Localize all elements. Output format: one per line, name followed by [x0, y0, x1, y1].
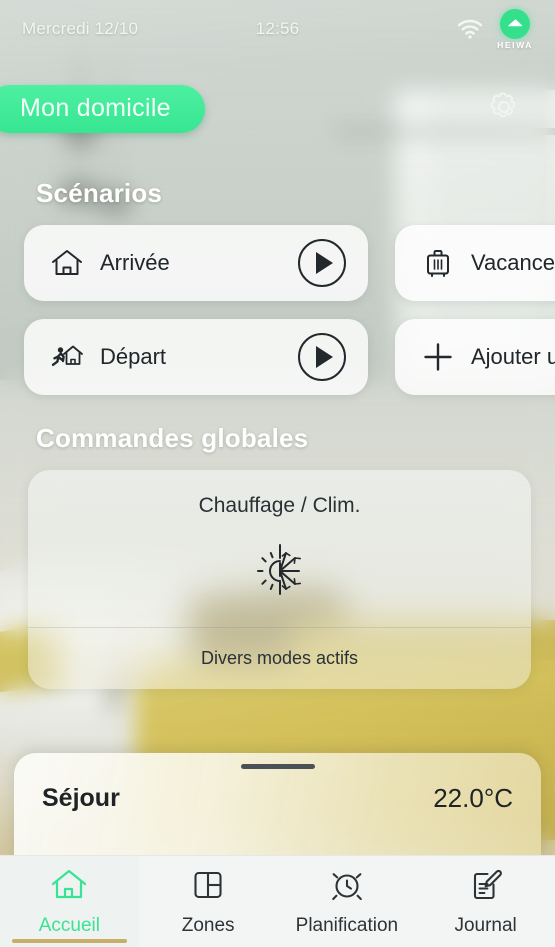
global-card-title: Chauffage / Clim.	[198, 494, 361, 517]
scenario-play-button[interactable]	[298, 239, 346, 287]
home-selector-pill[interactable]: Mon domicile	[0, 85, 205, 133]
app-header: Mon domicile	[0, 78, 555, 140]
scenario-play-button[interactable]	[298, 333, 346, 381]
note-pencil-icon	[468, 867, 504, 908]
room-summary-row: Séjour 22.0°C	[42, 783, 513, 814]
nav-label: Journal	[454, 914, 517, 936]
nav-item-journal[interactable]: Journal	[416, 856, 555, 947]
active-tab-indicator	[12, 939, 127, 943]
home-outline-icon	[49, 867, 89, 908]
nav-label: Zones	[181, 914, 235, 936]
scenario-card-depart[interactable]: Départ	[24, 319, 368, 395]
plus-icon	[419, 340, 457, 374]
global-card-status: Divers modes actifs	[200, 648, 359, 668]
scenario-card-vacances[interactable]: Vacances	[395, 225, 555, 301]
play-icon	[316, 346, 333, 368]
global-card-body: Chauffage / Clim.	[28, 470, 531, 627]
scenarios-title: Scénarios	[36, 178, 163, 208]
status-date: Mercredi 12/10	[22, 19, 139, 38]
bottom-navigation: Accueil Zones Planification Journal	[0, 855, 555, 947]
alarm-clock-icon	[328, 867, 366, 908]
room-name: Séjour	[42, 784, 120, 812]
scenario-card-arrivee[interactable]: Arrivée	[24, 225, 368, 301]
home-icon	[48, 248, 86, 278]
scenario-card-add[interactable]: Ajouter un	[395, 319, 555, 395]
zones-panel-icon	[190, 867, 226, 908]
scenario-label: Départ	[100, 344, 167, 369]
nav-label: Accueil	[38, 914, 100, 936]
drag-handle[interactable]	[240, 764, 315, 769]
nav-item-accueil[interactable]: Accueil	[0, 856, 139, 947]
app-screen: Mercredi 12/10 12:56 HEIWA Mon domicile …	[0, 0, 555, 947]
scenario-label: Arrivée	[100, 250, 170, 275]
nav-item-planification[interactable]: Planification	[278, 856, 417, 947]
scenario-row: Départ Ajouter un	[0, 319, 555, 395]
room-bottom-sheet[interactable]: Séjour 22.0°C	[14, 753, 541, 863]
scenarios-list: Arrivée Vacances	[0, 225, 555, 395]
nav-item-zones[interactable]: Zones	[139, 856, 278, 947]
gear-icon	[485, 88, 523, 131]
wifi-icon	[457, 19, 483, 39]
sun-snowflake-icon	[247, 538, 313, 609]
global-commands-title: Commandes globales	[36, 423, 309, 453]
brand-logo: HEIWA	[497, 8, 533, 50]
status-bar: Mercredi 12/10 12:56 HEIWA	[0, 0, 555, 58]
person-leaving-home-icon	[48, 341, 86, 373]
scenario-label: Ajouter un	[471, 344, 555, 369]
room-temperature: 22.0°C	[433, 783, 513, 813]
brand-name: HEIWA	[497, 39, 533, 50]
settings-button[interactable]	[483, 88, 525, 130]
play-icon	[316, 252, 333, 274]
scenario-row: Arrivée Vacances	[0, 225, 555, 301]
scenario-label: Vacances	[471, 250, 555, 275]
home-badge-icon	[500, 8, 531, 39]
suitcase-icon	[419, 247, 457, 279]
nav-label: Planification	[295, 914, 399, 936]
global-command-card-heating[interactable]: Chauffage / Clim. Divers modes actifs	[28, 470, 531, 689]
